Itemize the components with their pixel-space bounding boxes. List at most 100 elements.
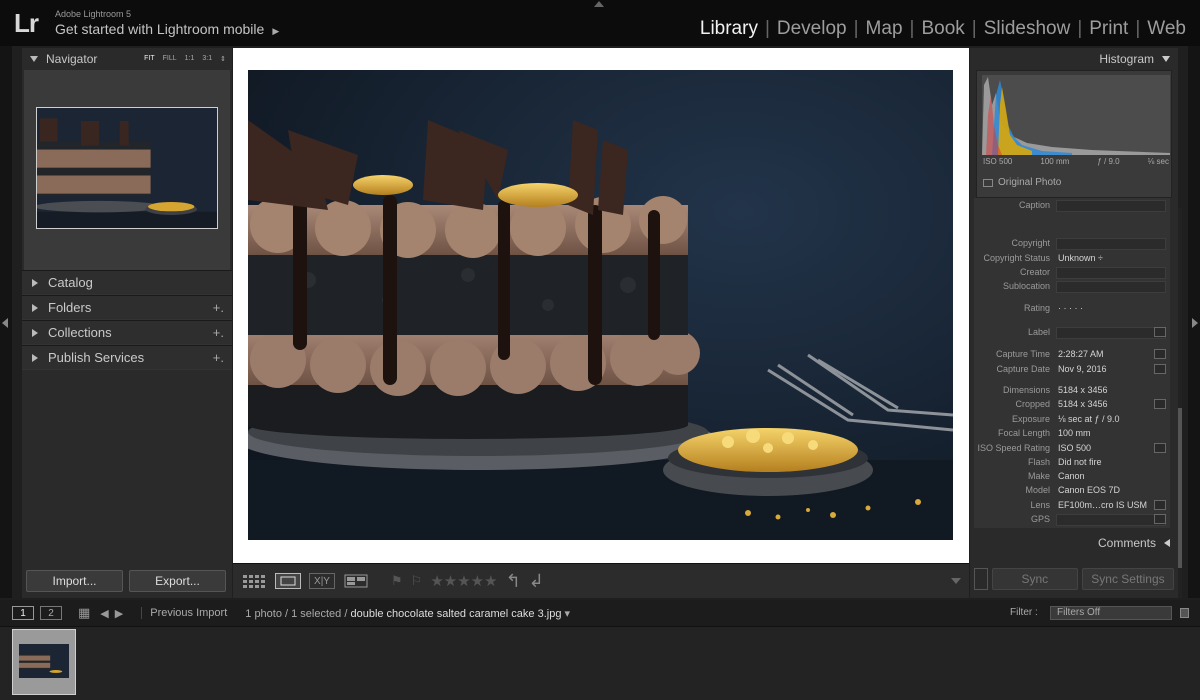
flag-pick-icon[interactable]: ⚑ <box>391 573 403 589</box>
window-1-button[interactable]: 1 <box>12 606 34 620</box>
metadata-value: Unknown ÷ <box>1058 253 1103 263</box>
module-slideshow[interactable]: Slideshow <box>978 18 1077 40</box>
top-panel-toggle-icon[interactable] <box>594 1 604 7</box>
right-panel-toggle[interactable] <box>1188 46 1200 598</box>
right-panel-scrollbar[interactable] <box>1178 208 1182 598</box>
metadata-action-icon[interactable] <box>1154 514 1166 524</box>
star-rating[interactable]: ★★★★★ <box>430 572 497 590</box>
module-print[interactable]: Print <box>1083 18 1134 40</box>
histogram-title: Histogram <box>1099 52 1154 66</box>
toolbar-content-dropdown-icon[interactable] <box>951 578 961 584</box>
section-collections[interactable]: Collections +. <box>22 320 232 345</box>
metadata-row-capture-date: Capture Date Nov 9, 2016 <box>974 364 1170 378</box>
metadata-row-caption: Caption <box>974 200 1170 214</box>
navigator-thumbnail[interactable] <box>36 107 218 229</box>
hist-shutter: ⅛ sec <box>1147 157 1169 166</box>
histogram-header[interactable]: Histogram <box>970 48 1178 70</box>
comments-header[interactable]: Comments <box>970 533 1178 553</box>
comments-title: Comments <box>1097 536 1156 550</box>
module-map[interactable]: Map <box>860 18 909 40</box>
add-folder-icon[interactable]: +. <box>213 300 224 315</box>
metadata-action-icon[interactable] <box>1154 364 1166 374</box>
selected-filename[interactable]: double chocolate salted caramel cake 3.j… <box>350 608 561 620</box>
section-publish-services[interactable]: Publish Services +. <box>22 345 232 370</box>
cake-photo <box>248 70 953 540</box>
module-nav: Library | Develop | Map | Book | Slideshow | … <box>694 18 1192 40</box>
expand-triangle-icon <box>32 328 38 337</box>
grid-view-button[interactable] <box>241 573 267 589</box>
metadata-value: 100 mm <box>1058 428 1091 438</box>
module-develop[interactable]: Develop <box>771 18 853 40</box>
metadata-field-copyright[interactable] <box>1056 238 1166 250</box>
import-button[interactable]: Import... <box>26 570 123 592</box>
histogram-plot[interactable] <box>982 75 1170 155</box>
navigator-header[interactable]: Navigator FIT FILL 1:1 3:1 ⇕ <box>22 48 232 70</box>
metadata-row-capture-time: Capture Time 2:28:27 AM <box>974 349 1170 363</box>
filename-dropdown-icon[interactable]: ▾ <box>565 608 571 620</box>
metadata-field-gps[interactable] <box>1056 514 1166 526</box>
window-2-button[interactable]: 2 <box>40 606 62 620</box>
sync-settings-button[interactable]: Sync Settings <box>1081 568 1174 590</box>
metadata-field-sublocation[interactable] <box>1056 281 1166 293</box>
export-button[interactable]: Export... <box>129 570 226 592</box>
zoom-fit[interactable]: FIT <box>144 55 155 63</box>
module-web[interactable]: Web <box>1141 18 1192 40</box>
metadata-field-creator[interactable] <box>1056 267 1166 279</box>
zoom-1to1[interactable]: 1:1 <box>185 55 195 63</box>
metadata-value: Canon <box>1058 471 1085 481</box>
zoom-3to1[interactable]: 3:1 <box>202 55 212 63</box>
main-photo[interactable] <box>248 70 953 540</box>
collapse-triangle-icon <box>1162 56 1170 62</box>
flag-reject-icon[interactable]: ⚐ <box>411 573 423 589</box>
section-catalog-label: Catalog <box>48 275 93 290</box>
metadata-action-icon[interactable] <box>1154 399 1166 409</box>
filmstrip-cell[interactable] <box>12 629 76 695</box>
metadata-action-icon[interactable] <box>1154 500 1166 510</box>
survey-view-button[interactable] <box>343 573 369 589</box>
section-collections-label: Collections <box>48 325 112 340</box>
loupe-view-button[interactable] <box>275 573 301 589</box>
cake-photo-thumb <box>37 108 217 228</box>
module-book[interactable]: Book <box>915 18 970 40</box>
metadata-field-label[interactable] <box>1056 327 1166 339</box>
metadata-action-icon[interactable] <box>1154 349 1166 359</box>
compare-view-button[interactable]: X|Y <box>309 573 335 589</box>
metadata-action-icon[interactable] <box>1154 443 1166 453</box>
grid-view-icon[interactable]: ▦ <box>78 605 90 621</box>
forward-arrow-icon[interactable]: ▶ <box>115 607 123 620</box>
metadata-row-dimensions: Dimensions 5184 x 3456 <box>974 385 1170 399</box>
navigator-zoom-options: FIT FILL 1:1 3:1 ⇕ <box>144 55 232 63</box>
metadata-row-cropped: Cropped 5184 x 3456 <box>974 399 1170 413</box>
section-catalog[interactable]: Catalog <box>22 270 232 295</box>
filter-select[interactable]: Filters Off <box>1050 606 1172 620</box>
metadata-label: Flash <box>1027 457 1050 467</box>
original-photo-toggle[interactable]: Original Photo <box>983 177 1061 188</box>
module-library[interactable]: Library <box>694 18 764 40</box>
filmstrip-source[interactable]: Previous Import <box>141 607 227 619</box>
add-publish-service-icon[interactable]: +. <box>213 350 224 365</box>
zoom-fill[interactable]: FILL <box>163 55 177 63</box>
left-panel-toggle[interactable] <box>0 46 12 598</box>
filter-lock-icon[interactable] <box>1180 608 1189 618</box>
metadata-action-icon[interactable] <box>1154 327 1166 337</box>
zoom-stepper-icon[interactable]: ⇕ <box>220 55 226 63</box>
metadata-row-make: Make Canon <box>974 471 1170 485</box>
rotate-right-icon[interactable]: ↲ <box>529 571 544 592</box>
mobile-promo-link[interactable]: Get started with Lightroom mobile ▶ <box>55 21 279 37</box>
scrollbar-thumb[interactable] <box>1178 408 1182 568</box>
metadata-row-gps: GPS <box>974 514 1170 528</box>
metadata-row-exposure: Exposure ⅛ sec at ƒ / 9.0 <box>974 414 1170 428</box>
auto-sync-toggle[interactable] <box>974 568 988 590</box>
section-folders-label: Folders <box>48 300 92 315</box>
survey-view-icon <box>344 574 368 588</box>
histogram: ISO 500 100 mm ƒ / 9.0 ⅛ sec Original Ph… <box>976 70 1172 198</box>
back-arrow-icon[interactable]: ◀ <box>100 607 108 620</box>
sync-button[interactable]: Sync <box>991 568 1078 590</box>
add-collection-icon[interactable]: +. <box>213 325 224 340</box>
section-folders[interactable]: Folders +. <box>22 295 232 320</box>
rotate-left-icon[interactable]: ↰ <box>506 571 521 592</box>
photo-count: 1 photo / 1 selected / <box>245 607 348 620</box>
metadata-field-caption[interactable] <box>1056 200 1166 212</box>
metadata-label: Caption <box>1018 200 1050 210</box>
expand-triangle-icon <box>32 353 38 362</box>
